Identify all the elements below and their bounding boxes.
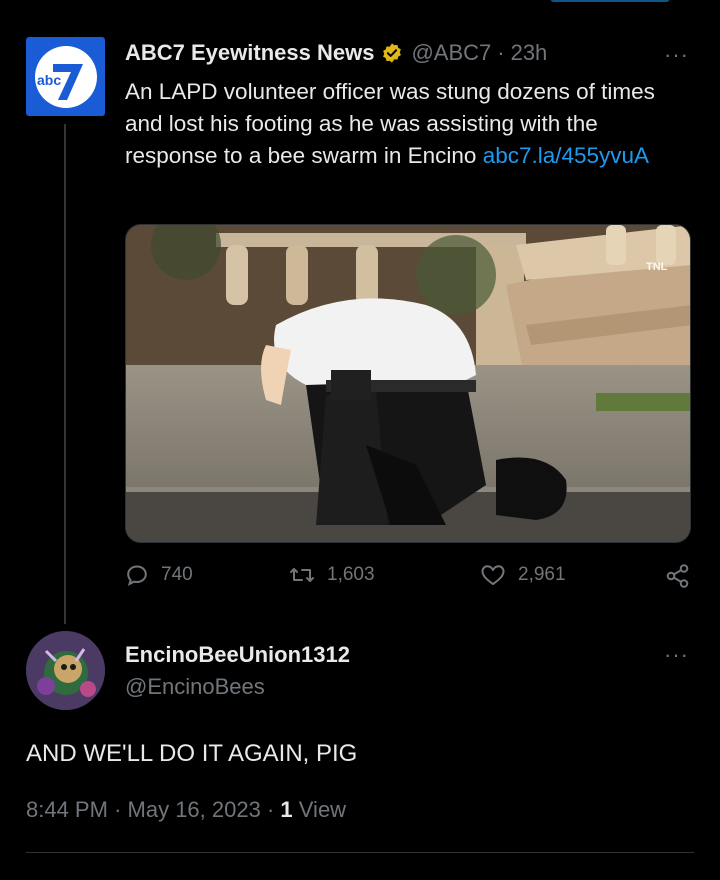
tweet-actions: 740 1,603 2,961 — [125, 563, 695, 597]
tweet-text: An LAPD volunteer officer was stung doze… — [125, 76, 695, 172]
share-button[interactable] — [665, 563, 703, 589]
author-handle[interactable]: @ABC7 — [411, 40, 491, 66]
views-count: 1 — [280, 797, 293, 822]
retweet-button[interactable]: 1,603 — [289, 563, 375, 587]
thread-line — [64, 124, 66, 624]
more-icon[interactable]: ··· — [664, 642, 689, 668]
like-button[interactable]: 2,961 — [480, 563, 566, 587]
reply-text: AND WE'LL DO IT AGAIN, PIG — [26, 740, 358, 767]
reply-author-name[interactable]: EncinoBeeUnion1312 — [125, 642, 350, 668]
verified-badge-icon[interactable] — [381, 42, 403, 64]
reply-icon — [127, 565, 147, 587]
reply-date[interactable]: May 16, 2023 — [128, 797, 261, 822]
tweet-time[interactable]: 23h — [511, 40, 548, 66]
media-watermark: TNL — [646, 261, 668, 273]
tweet-link[interactable]: abc7.la/455yvuA — [483, 143, 649, 168]
author-name[interactable]: ABC7 Eyewitness News — [125, 40, 374, 66]
more-icon[interactable]: ··· — [664, 42, 689, 68]
reply-count: 740 — [161, 564, 193, 585]
svg-text:abc: abc — [37, 72, 61, 88]
tweet-header: ABC7 Eyewitness News @ABC7 · 23h — [125, 40, 547, 66]
like-icon — [481, 565, 505, 585]
reply-avatar[interactable] — [26, 631, 105, 710]
like-count: 2,961 — [518, 564, 566, 585]
avatar-image — [26, 631, 105, 710]
retweet-icon — [290, 568, 314, 582]
views-label: View — [298, 797, 347, 822]
separator-dot: · — [497, 40, 505, 65]
reply-meta: 8:44 PM · May 16, 2023 · 1 View — [26, 797, 347, 822]
reply-author-handle[interactable]: @EncinoBees — [125, 674, 265, 700]
share-icon — [666, 564, 689, 588]
tweet-photo[interactable]: TNL — [125, 224, 691, 543]
divider — [26, 852, 694, 853]
retweet-count: 1,603 — [327, 564, 375, 585]
reply-button[interactable]: 740 — [125, 563, 193, 587]
top-edge-element — [550, 0, 670, 2]
abc7-avatar[interactable]: abc — [26, 37, 105, 116]
abc7-logo-icon: abc — [34, 45, 97, 108]
reply-time[interactable]: 8:44 PM — [26, 797, 108, 822]
